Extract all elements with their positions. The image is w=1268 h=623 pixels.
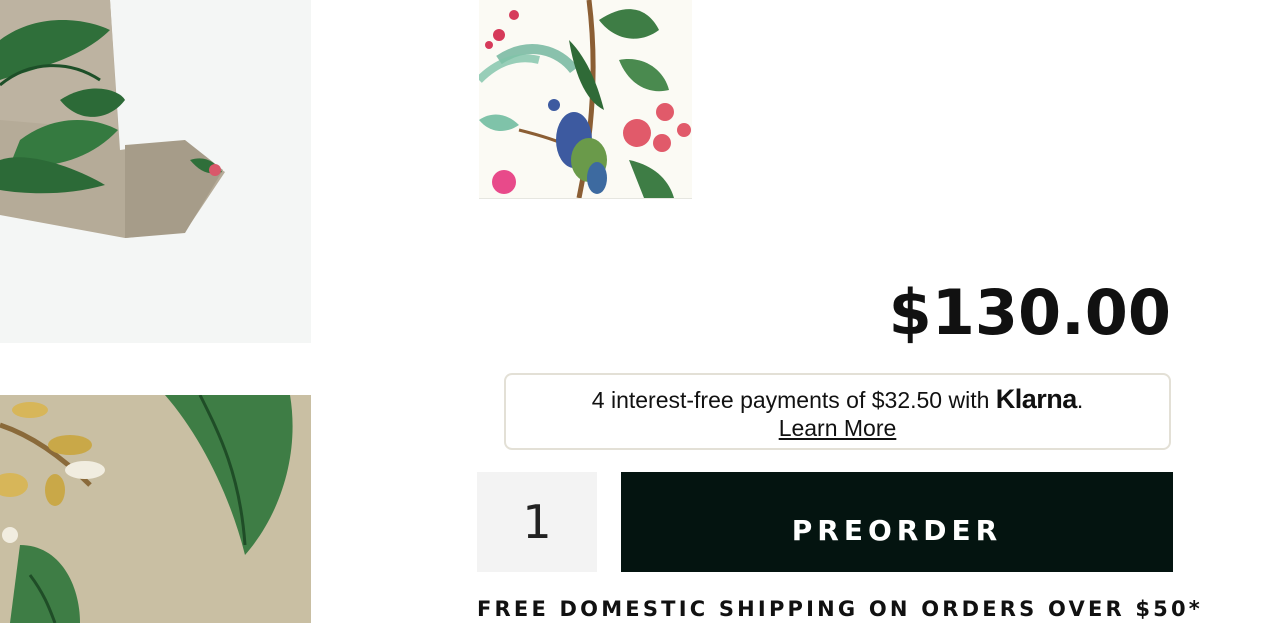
klarna-message-text: 4 interest-free payments of $32.50 with: [591, 387, 996, 413]
klarna-logo: Klarna: [995, 384, 1078, 414]
product-price: $130.00: [888, 276, 1171, 349]
product-gallery-image-roll[interactable]: [0, 0, 311, 343]
klarna-message: 4 interest-free payments of $32.50 with …: [506, 385, 1169, 414]
klarna-message-period: .: [1076, 387, 1084, 413]
quantity-input[interactable]: [477, 472, 597, 572]
free-shipping-note: FREE DOMESTIC SHIPPING ON ORDERS OVER $5…: [477, 597, 1203, 621]
klarna-installments-box: 4 interest-free payments of $32.50 with …: [504, 373, 1171, 450]
product-gallery-image-pattern[interactable]: [0, 395, 311, 623]
wallpaper-roll-image: [0, 0, 225, 238]
preorder-button[interactable]: PREORDER: [621, 472, 1173, 572]
wallpaper-pattern-image: [0, 395, 293, 623]
peacock-pattern-thumbnail-image: [479, 0, 691, 198]
product-thumbnail[interactable]: [479, 0, 692, 199]
klarna-learn-more-link[interactable]: Learn More: [779, 415, 897, 441]
